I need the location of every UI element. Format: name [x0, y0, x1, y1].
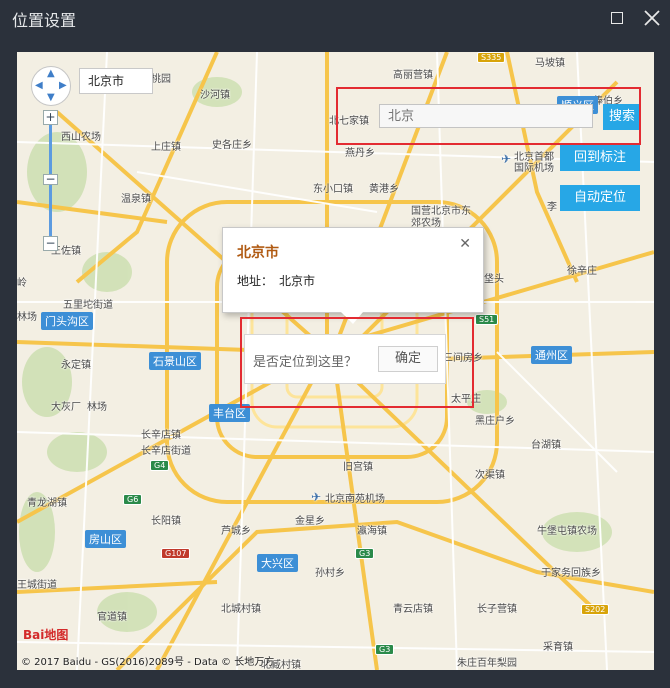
place-label: 垡头 [484, 274, 504, 285]
district-label: 石景山区 [149, 352, 201, 370]
place-label: 五里坨街道 [63, 300, 113, 311]
place-label: 岭 [17, 278, 27, 289]
place-label: 牛堡屯镇农场 [537, 526, 597, 537]
highway-shield: S202 [581, 604, 610, 615]
title-bar: 位置设置 [0, 0, 670, 36]
zoom-in-button[interactable]: + [43, 110, 58, 125]
place-label: 大灰厂 [51, 402, 81, 413]
info-address: 地址： 北京市 [237, 272, 315, 289]
place-label: 东小口镇 [313, 184, 353, 195]
place-label: 永定镇 [61, 360, 91, 371]
place-label: 北城村镇 [221, 604, 261, 615]
highway-shield: S335 [477, 52, 506, 63]
maximize-icon [611, 12, 623, 24]
highway-shield: G3 [355, 548, 375, 559]
place-label: 青云店镇 [393, 604, 433, 615]
district-label: 丰台区 [209, 404, 250, 422]
place-label: 林场 [87, 402, 107, 413]
place-label: 史各庄乡 [212, 140, 252, 151]
place-label: 于家务回族乡 [541, 568, 601, 579]
close-icon [644, 10, 660, 26]
auto-locate-button[interactable]: 自动定位 [560, 185, 640, 211]
info-window-pointer [341, 312, 363, 324]
airport-icon: ✈ [311, 490, 322, 504]
pan-right-icon[interactable]: ▶ [59, 80, 67, 91]
airport-icon: ✈ [501, 152, 512, 166]
maximize-button[interactable] [606, 6, 630, 30]
district-label: 门头沟区 [41, 312, 93, 330]
place-label: 金星乡 [295, 516, 325, 527]
place-label: 长辛店镇 [141, 430, 181, 441]
place-label: 北七家镇 [329, 116, 369, 127]
window-title: 位置设置 [12, 11, 77, 30]
info-window-title: 北京市 [237, 245, 279, 261]
place-label: 上庄镇 [151, 142, 181, 153]
confirm-button[interactable]: 确定 [378, 346, 438, 372]
place-label: 王城街道 [17, 580, 57, 591]
place-label: 温泉镇 [121, 194, 151, 205]
info-close-icon[interactable]: ✕ [459, 236, 471, 252]
place-label: 北京南苑机场 [325, 494, 385, 505]
place-label: 长阳镇 [151, 516, 181, 527]
close-button[interactable] [640, 6, 664, 30]
place-label: 孙村乡 [315, 568, 345, 579]
highway-shield: S51 [475, 314, 499, 325]
address-label: 地址： [237, 274, 274, 288]
zoom-out-button[interactable]: − [43, 236, 58, 251]
pan-control[interactable]: ▲ ▼ ◀ ▶ [31, 66, 71, 106]
zoom-slider[interactable]: + − − [43, 110, 58, 260]
info-window: 北京市 ✕ 地址： 北京市 [222, 227, 484, 324]
highway-shield: G107 [161, 548, 191, 559]
highway-shield: G3 [375, 644, 395, 655]
district-label: 房山区 [85, 530, 126, 548]
city-selector[interactable]: 北京市 [79, 68, 153, 94]
logo-text: Bai地图 [23, 628, 69, 642]
place-label: 林场 [17, 312, 37, 323]
place-label: 沙河镇 [200, 90, 230, 101]
back-to-marker-button[interactable]: 回到标注 [560, 145, 640, 171]
place-label: 李 [547, 202, 557, 213]
search-input[interactable] [379, 104, 593, 128]
place-label: 马坡镇 [535, 58, 565, 69]
place-label: 燕丹乡 [345, 148, 375, 159]
pan-up-icon[interactable]: ▲ [47, 68, 55, 79]
place-label: 高丽营镇 [393, 70, 433, 81]
district-label: 通州区 [531, 346, 572, 364]
highway-shield: G4 [150, 460, 170, 471]
address-value: 北京市 [279, 274, 316, 288]
highway-shield: G6 [123, 494, 143, 505]
place-label: 长辛店街道 [141, 446, 191, 457]
pan-down-icon[interactable]: ▼ [47, 92, 55, 103]
place-label: 朱庄百年梨园 [457, 658, 517, 669]
zoom-handle[interactable]: − [43, 173, 58, 185]
place-label: 次渠镇 [475, 470, 505, 481]
confirm-question: 是否定位到这里？ [253, 355, 358, 370]
baidu-logo: Bai地图 [23, 626, 68, 643]
district-label: 大兴区 [257, 554, 298, 572]
place-label: 黑庄户乡 [475, 416, 515, 427]
place-label: 太平庄 [451, 394, 481, 405]
place-label: 芦城乡 [221, 526, 251, 537]
place-label: 采育镇 [543, 642, 573, 653]
search-button[interactable]: 搜索 [603, 104, 641, 130]
place-label: 青龙湖镇 [27, 498, 67, 509]
confirm-panel: 是否定位到这里？ 确定 [244, 334, 446, 384]
place-label: 长子营镇 [477, 604, 517, 615]
place-label: 瀛海镇 [357, 526, 387, 537]
place-label: 旧宫镇 [343, 462, 373, 473]
place-label: 黄港乡 [369, 184, 399, 195]
place-label: 台湖镇 [531, 440, 561, 451]
place-label: 西山农场 [61, 132, 101, 143]
map-canvas[interactable]: 樱桃园 沙河镇 高丽营镇 马坡镇 俸伯乡 西山农场 上庄镇 史各庄乡 北七家镇 … [17, 52, 654, 670]
copyright-text: © 2017 Baidu - GS(2016)2089号 - Data © 长地… [21, 657, 275, 668]
place-label: 官道镇 [97, 612, 127, 623]
pan-left-icon[interactable]: ◀ [35, 80, 43, 91]
place-label: 徐辛庄 [567, 266, 597, 277]
place-label: 北京首都国际机场 [514, 152, 554, 174]
place-label: 三间房乡 [443, 353, 483, 364]
